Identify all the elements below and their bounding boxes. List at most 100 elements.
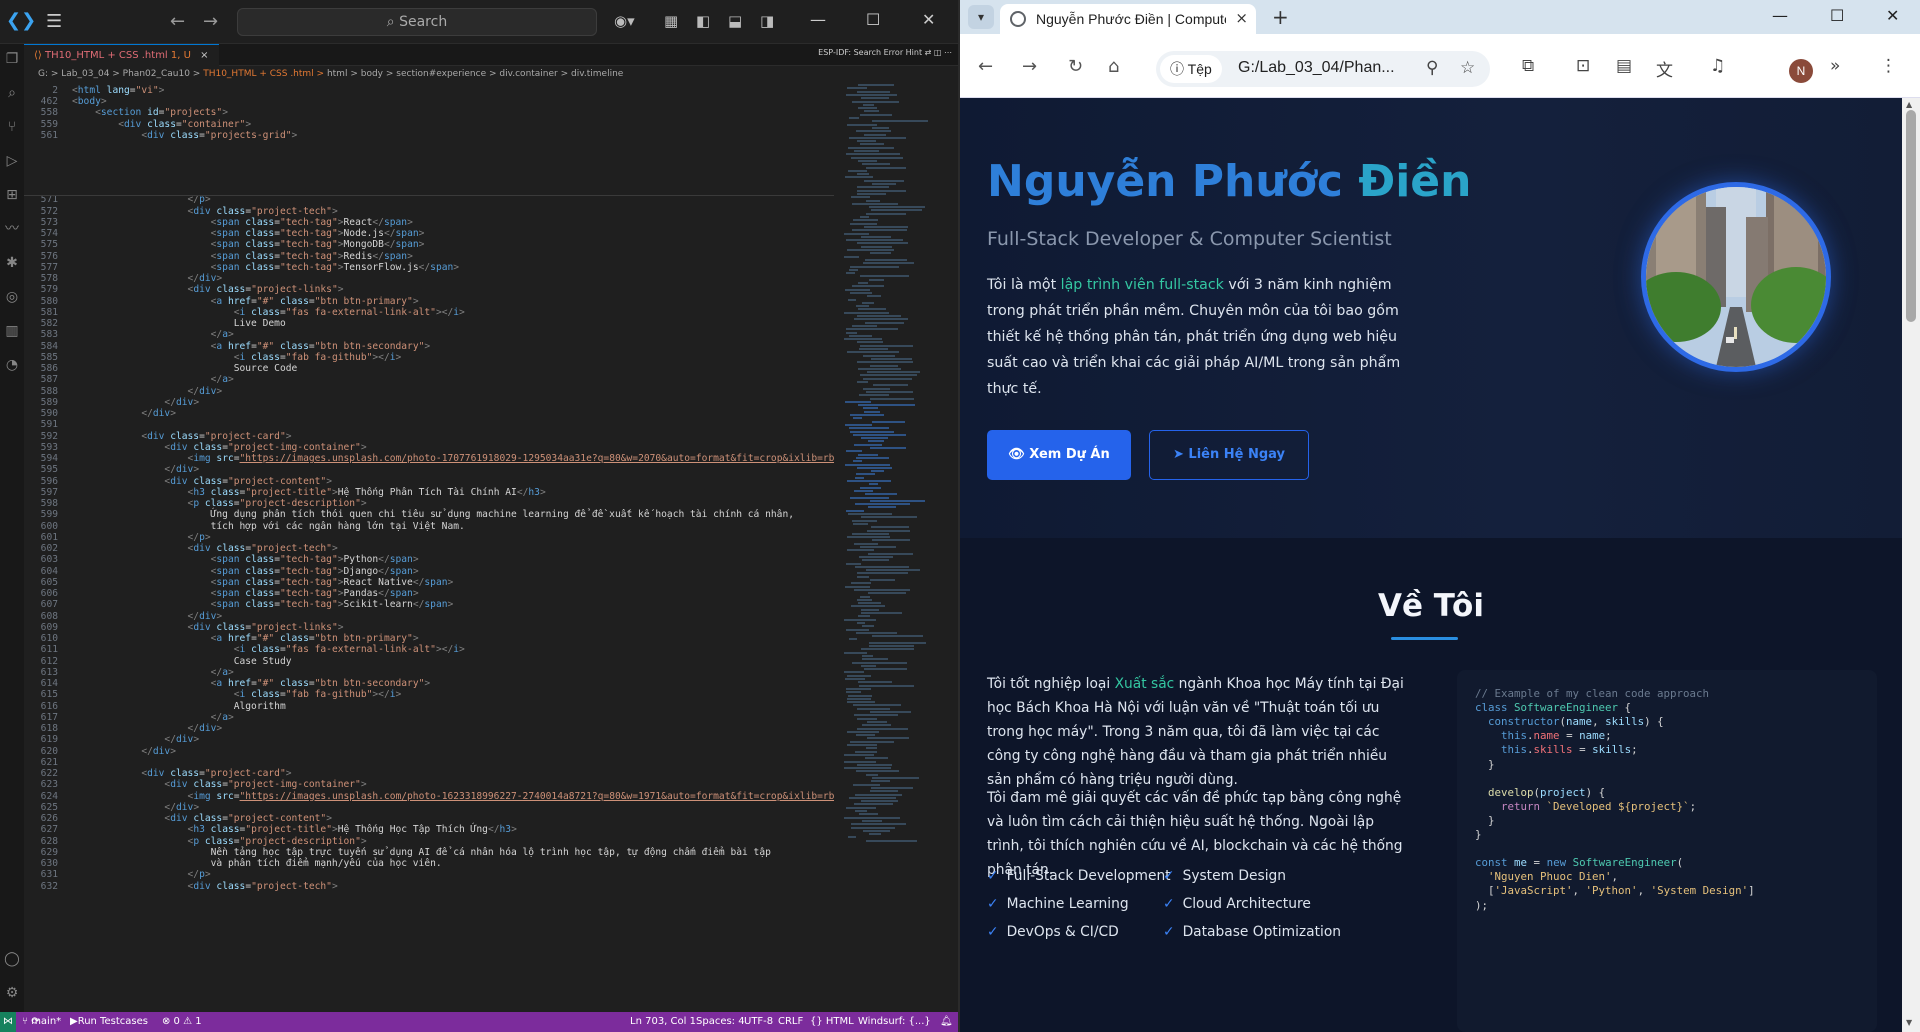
skill-label: Machine Learning (1006, 896, 1129, 912)
minimap-line (857, 763, 892, 766)
url-text[interactable]: G:/Lab_03_04/Phan... (1238, 59, 1395, 77)
run-debug-icon[interactable]: ▷ (3, 152, 21, 170)
zoom-icon[interactable]: ⚲ (1426, 58, 1438, 78)
breadcrumb-item[interactable]: div.container > (499, 69, 568, 79)
explorer-icon[interactable]: ❐ (3, 50, 21, 68)
remote-indicator-icon[interactable]: ⋈ (0, 1012, 16, 1032)
problems-count[interactable]: ⊗ 0 ⚠ 1 (162, 1012, 202, 1032)
breadcrumb-item[interactable]: html > (327, 69, 358, 79)
tab-close-icon[interactable]: × (200, 50, 208, 61)
page-scrollbar[interactable]: ▲ ▼ (1902, 98, 1920, 1032)
windsurf-status[interactable]: Windsurf: {...} (858, 1012, 931, 1032)
maximize-icon[interactable]: ☐ (1830, 6, 1844, 25)
minimap-line (847, 480, 891, 482)
bookmark-star-icon[interactable]: ☆ (1460, 58, 1475, 78)
breadcrumb-item[interactable]: body > (361, 69, 394, 79)
toggle-panel-icon[interactable]: ⬓ (728, 12, 742, 30)
menu-kebab-icon[interactable]: ⋮ (1880, 56, 1897, 76)
settings-gear-icon[interactable]: ⚙ (3, 984, 21, 1002)
code-editor[interactable]: 570 quản lý kho thông minh và hệ thống đ… (24, 84, 834, 1012)
profile-avatar[interactable]: N (1789, 59, 1813, 83)
reading-mode-icon[interactable]: ▤ (1616, 56, 1632, 76)
indentation[interactable]: Spaces: 4 (696, 1012, 745, 1032)
copilot-icon[interactable]: ◉▾ (614, 12, 635, 30)
hamburger-menu-icon[interactable]: ☰ (46, 12, 68, 32)
compare-icon[interactable]: ⇄ (925, 48, 934, 57)
tab-close-icon[interactable]: × (1235, 9, 1248, 27)
home-icon[interactable]: ⌂ (1108, 56, 1119, 77)
minimap-line (860, 595, 870, 598)
code-card-line: 'Nguyen Phuoc Dien', (1488, 870, 1619, 884)
desktop: ❮❯ ☰ ← → ⌕ Search ◉▾ ▦ ◧ ⬓ ◨ — ☐ ✕ ❐ ⌕ ⑂… (0, 0, 1920, 1032)
scroll-up-arrow-icon[interactable]: ▲ (1906, 100, 1912, 109)
minimize-icon[interactable]: — (810, 10, 826, 29)
maximize-icon[interactable]: ☐ (866, 10, 880, 29)
more-actions-icon[interactable]: ⋯ (944, 48, 952, 57)
extensions-puzzle-icon[interactable]: ⧉ (1522, 56, 1534, 76)
minimap-line (849, 117, 859, 119)
back-arrow-icon[interactable]: ← (978, 56, 993, 77)
more-tools-icon[interactable]: » (1830, 56, 1840, 76)
extensions-icon[interactable]: ⊞ (3, 186, 21, 204)
contact-button[interactable]: ➤ Liên Hệ Ngay (1149, 430, 1309, 480)
media-control-icon[interactable]: ♫ (1710, 56, 1725, 76)
sticky-line[interactable]: 561 <div class="projects-grid"> (24, 129, 834, 143)
bug-icon[interactable]: ✱ (3, 254, 21, 272)
esp-idf-icon[interactable]: ◔ (3, 356, 21, 374)
breadcrumb-item[interactable]: div.timeline (571, 69, 623, 79)
scroll-down-arrow-icon[interactable]: ▼ (1906, 1018, 1912, 1027)
translate-icon[interactable]: 文 (1656, 56, 1673, 81)
breadcrumb-item[interactable]: section#experience > (396, 69, 496, 79)
sticky-scroll-header[interactable]: 2 <html lang="vi"> 462 <body> 558 <section i… (24, 84, 834, 196)
screenshot-icon[interactable]: ⊡ (1576, 56, 1590, 76)
toggle-sidebar-icon[interactable]: ◧ (696, 12, 710, 30)
chart-icon[interactable]: ▥ (3, 322, 21, 340)
reload-icon[interactable]: ↻ (1068, 56, 1083, 77)
forward-arrow-icon[interactable]: → (1022, 56, 1037, 77)
minimap-line (867, 720, 887, 723)
source-control-icon[interactable]: ⑂ (3, 118, 21, 136)
wave-icon[interactable]: 〰 (3, 220, 21, 238)
minimap-line (844, 753, 874, 756)
minimize-icon[interactable]: — (1772, 6, 1788, 25)
scrollbar-thumb[interactable] (1906, 110, 1916, 322)
breadcrumb-item[interactable]: G: > Lab_03_04 > Phan02_Cau10 > (38, 69, 200, 79)
language-mode[interactable]: {} HTML (810, 1012, 854, 1032)
run-testcases[interactable]: ▶ Run Testcases (70, 1012, 148, 1032)
view-projects-button[interactable]: 👁︎ Xem Dự Án (987, 430, 1131, 480)
back-arrow-icon[interactable]: ← (170, 11, 185, 32)
encoding[interactable]: UTF-8 (744, 1012, 773, 1032)
site-info-chip[interactable]: ⓘ Tệp (1160, 55, 1222, 83)
breadcrumb-item[interactable]: TH10_HTML + CSS .html > (203, 69, 324, 79)
cursor-position[interactable]: Ln 703, Col 1 (630, 1012, 696, 1032)
browser-tab-active[interactable]: Nguyễn Phước Điền | Computer × (1000, 4, 1256, 34)
split-editor-icon[interactable]: ◫ (934, 48, 944, 57)
search-icon[interactable]: ⌕ (3, 84, 21, 102)
account-icon[interactable]: ◯ (3, 950, 21, 968)
hero-desc-highlight: lập trình viên full-stack (1060, 277, 1224, 293)
minimap[interactable] (840, 84, 950, 1012)
activity-bar: ❐ ⌕ ⑂ ▷ ⊞ 〰 ✱ ◎ ▥ ◔ ◯ ⚙ (0, 44, 24, 1012)
forward-arrow-icon[interactable]: → (203, 11, 218, 32)
editor-tab-active[interactable]: ⟨⟩ TH10_HTML + CSS .html 1, U × (24, 44, 219, 66)
end-of-line[interactable]: CRLF (778, 1012, 803, 1032)
notifications-bell-icon[interactable]: 🔔︎ (940, 1012, 953, 1032)
minimap-line (856, 130, 891, 133)
layout-icon[interactable]: ▦ (664, 12, 678, 30)
minimap-line (847, 123, 877, 126)
minimap-line (861, 612, 902, 614)
code-line[interactable]: 632 <div class="project-tech"> (24, 880, 834, 894)
toggle-secondary-sidebar-icon[interactable]: ◨ (760, 12, 774, 30)
remote-icon[interactable]: ◎ (3, 288, 21, 306)
esp-idf-hint[interactable]: ESP-IDF: Search Error Hint (818, 48, 922, 57)
address-bar[interactable]: ⓘ Tệp G:/Lab_03_04/Phan... ⚲ ☆ (1156, 51, 1490, 87)
command-search-input[interactable]: ⌕ Search (237, 8, 597, 36)
new-tab-button[interactable]: + (1272, 5, 1289, 29)
minimap-line (852, 661, 907, 664)
close-window-icon[interactable]: ✕ (1886, 6, 1899, 25)
minimap-line (848, 298, 856, 301)
code-card-line: class SoftwareEngineer { (1475, 701, 1632, 715)
tab-search-icon[interactable]: ▾ (968, 5, 994, 29)
git-branch[interactable]: ⑂ main* ⟳ (22, 1012, 61, 1032)
close-window-icon[interactable]: ✕ (922, 10, 935, 29)
